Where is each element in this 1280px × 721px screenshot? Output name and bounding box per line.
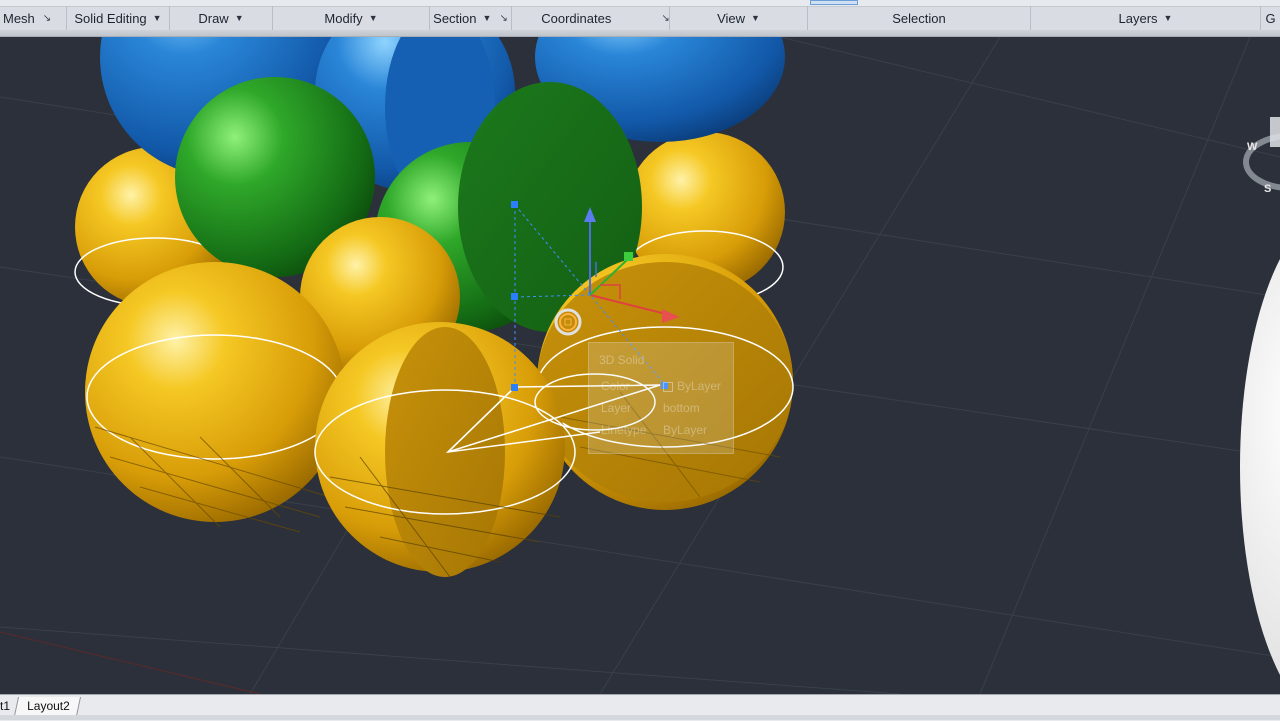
white-sphere[interactable] <box>1240 207 1280 694</box>
chevron-down-icon[interactable]: ▼ <box>153 13 162 23</box>
property-value: ByLayer <box>663 379 721 393</box>
dialog-launcher-icon[interactable]: ↘ <box>499 13 507 24</box>
yellow-sphere-section[interactable] <box>385 327 505 577</box>
quick-properties-title: 3D Solid <box>599 353 645 367</box>
panel-view[interactable]: View ▼ <box>670 6 808 30</box>
chevron-down-icon[interactable]: ▼ <box>1164 13 1173 23</box>
ribbon-bottom-edge <box>0 30 1280 36</box>
panel-solid-editing-label: Solid Editing <box>74 10 147 26</box>
panel-draw-label: Draw <box>198 10 229 26</box>
panel-coordinates[interactable]: Coordinates ↘ <box>512 6 670 30</box>
tab-layout2-label: Layout2 <box>27 699 70 713</box>
property-value: ByLayer <box>663 423 708 437</box>
property-key: Color <box>601 379 630 393</box>
selection-active-tool[interactable] <box>810 0 858 5</box>
chevron-down-icon[interactable]: ▼ <box>751 13 760 23</box>
property-value-text: ByLayer <box>677 379 722 393</box>
panel-mesh[interactable]: Mesh ↘ <box>0 6 67 30</box>
property-key: Linetype <box>601 423 647 437</box>
color-swatch-icon <box>663 381 673 392</box>
layout-tabs-bar: t1 Layout2 <box>0 694 1280 721</box>
panel-draw[interactable]: Draw ▼ <box>170 6 273 30</box>
quick-properties-tooltip: 3D Solid Color ByLayer Layer bottom Line… <box>588 342 734 454</box>
tabs-bottom-edge <box>0 715 1280 720</box>
dialog-launcher-icon[interactable]: ↘ <box>43 13 51 24</box>
panel-view-label: View <box>717 10 746 26</box>
tab-layout1[interactable]: t1 <box>0 697 14 715</box>
ribbon-panel-bar: Mesh ↘ Solid Editing ▼ Draw ▼ Modify ▼ S… <box>0 0 1280 37</box>
dialog-launcher-icon[interactable]: ↘ <box>661 13 669 24</box>
panel-section-label: Section <box>433 10 477 26</box>
panel-mesh-label: Mesh <box>3 10 35 26</box>
panel-modify[interactable]: Modify ▼ <box>273 6 430 30</box>
grip-handle[interactable] <box>511 201 518 208</box>
viewcube-west-label: W <box>1247 141 1258 153</box>
model-viewport[interactable]: W S 3D Solid Color ByLayer Layer bottom … <box>0 37 1280 694</box>
panel-section[interactable]: Section ▼ ↘ <box>430 6 512 30</box>
panel-modify-label: Modify <box>324 10 363 26</box>
tab-layout1-label: t1 <box>0 699 11 713</box>
panel-groups-partial[interactable]: G <box>1261 6 1280 30</box>
grip-handle[interactable] <box>511 293 518 300</box>
panel-selection[interactable]: Selection <box>808 6 1031 30</box>
viewcube-south-label: S <box>1264 183 1271 195</box>
panel-layers[interactable]: Layers ▼ <box>1031 6 1261 30</box>
panel-selection-label: Selection <box>892 10 946 26</box>
chevron-down-icon[interactable]: ▼ <box>235 13 244 23</box>
chevron-down-icon[interactable]: ▼ <box>483 13 492 23</box>
panel-solid-editing[interactable]: Solid Editing ▼ <box>67 6 170 30</box>
panel-layers-label: Layers <box>1118 10 1158 26</box>
panel-coordinates-label: Coordinates <box>541 10 612 26</box>
property-key: Layer <box>601 401 632 415</box>
tab-layout2[interactable]: Layout2 <box>13 697 81 716</box>
chevron-down-icon[interactable]: ▼ <box>369 13 378 23</box>
panel-groups-label: G <box>1265 10 1276 26</box>
yellow-sphere[interactable] <box>85 262 345 522</box>
grip-handle[interactable] <box>511 384 518 391</box>
property-value: bottom <box>663 401 700 415</box>
